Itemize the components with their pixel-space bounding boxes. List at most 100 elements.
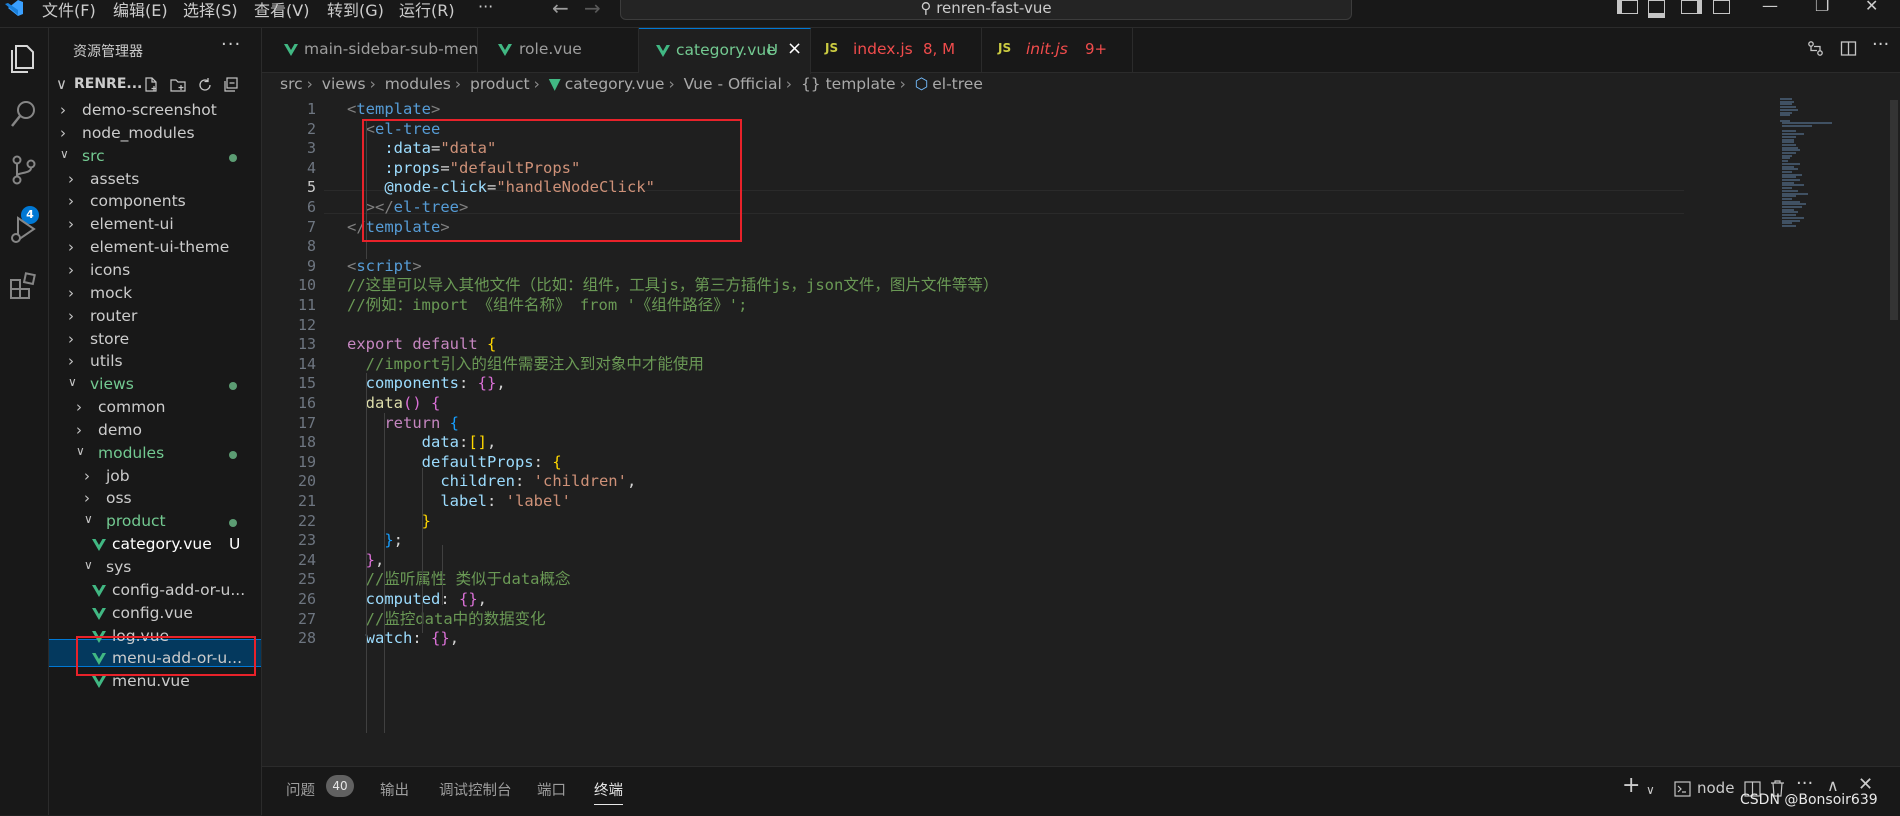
more-actions-icon[interactable]: ···	[1872, 34, 1889, 55]
close-tab-icon[interactable]: ×	[787, 38, 802, 59]
breadcrumb-item[interactable]: {} template	[801, 75, 896, 93]
split-editor-icon[interactable]	[1840, 40, 1857, 57]
menu-file[interactable]: 文件(F)	[42, 0, 96, 21]
minimap-line	[1782, 160, 1788, 163]
toggle-primary-sidebar-icon[interactable]	[1617, 0, 1638, 14]
chevron-right-icon: ›	[68, 192, 74, 211]
tab-index-js[interactable]: JS index.js 8, M	[811, 28, 982, 72]
explorer-icon[interactable]	[6, 40, 42, 76]
tab-main-sidebar-sub-menu[interactable]: main-sidebar-sub-menu.vue	[262, 28, 521, 72]
menu-view[interactable]: 查看(V)	[254, 0, 309, 21]
tab-category[interactable]: category.vue U ×	[639, 28, 811, 74]
minimize-icon[interactable]: —	[1762, 0, 1778, 15]
minimap-line	[1782, 222, 1792, 225]
minimap-line	[1782, 146, 1798, 149]
minimap[interactable]	[1778, 98, 1888, 238]
extensions-icon[interactable]	[6, 268, 42, 304]
breadcrumb-item[interactable]: views	[322, 75, 366, 93]
minimap-line	[1782, 200, 1800, 203]
change-indicator-dot	[229, 382, 237, 391]
vue-file-icon: ▼	[548, 75, 561, 93]
vue-file-icon	[92, 676, 106, 689]
chevron-down-icon: ∨	[84, 512, 93, 527]
code-editor[interactable]: 1 <template> 2 <el-tree 3 :data="data" 4 :pr…	[262, 98, 1900, 766]
chevron-down-icon: ∨	[68, 375, 77, 390]
back-arrow-icon[interactable]: ←	[552, 0, 569, 20]
indent-guide	[422, 468, 423, 633]
minimap-line	[1782, 211, 1798, 214]
breadcrumb-item[interactable]: modules	[385, 75, 451, 93]
untracked-badge: U	[229, 535, 241, 554]
chevron-right-icon: ›	[84, 466, 90, 485]
chevron-right-icon: ›	[76, 398, 82, 417]
chevron-right-icon: ›	[68, 260, 74, 279]
tree-item-label: mock	[90, 283, 133, 302]
minimap-line	[1780, 103, 1792, 106]
tab-problems[interactable]: 问题	[286, 779, 315, 800]
tab-label: index.js	[853, 40, 913, 58]
menu-select[interactable]: 选择(S)	[183, 0, 238, 21]
tree-item-label: config.vue	[112, 603, 193, 622]
toggle-secondary-sidebar-icon[interactable]	[1681, 0, 1702, 14]
minimap-line	[1782, 173, 1802, 176]
search-icon[interactable]	[6, 96, 42, 132]
indent-guide	[384, 413, 385, 733]
js-file-icon: JS	[825, 41, 839, 55]
tree-item-label: router	[90, 306, 138, 325]
tree-item-label: components	[90, 192, 186, 211]
code-text: watch: {},	[365, 629, 460, 648]
customize-layout-icon[interactable]	[1713, 0, 1730, 14]
tab-init-js[interactable]: JS init.js 9+	[982, 28, 1133, 72]
minimap-line	[1782, 152, 1796, 154]
source-control-icon[interactable]	[6, 152, 42, 188]
new-folder-icon[interactable]	[170, 77, 186, 93]
breadcrumb-item[interactable]: Vue - Official	[684, 75, 782, 93]
vue-file-icon	[498, 44, 512, 56]
menu-goto[interactable]: 转到(G)	[327, 0, 384, 21]
editor-scrollbar-thumb[interactable]	[1890, 100, 1898, 320]
minimap-line	[1782, 195, 1796, 198]
minimap-line	[1782, 214, 1796, 217]
breadcrumb-item[interactable]: category.vue	[565, 75, 665, 93]
terminal-name[interactable]: node	[1697, 779, 1734, 797]
tab-label: category.vue	[676, 41, 776, 59]
breadcrumb-item[interactable]: el-tree	[932, 75, 983, 93]
change-indicator-dot	[229, 153, 237, 162]
chevron-down-icon[interactable]: ∨	[1646, 783, 1655, 797]
minimap-line	[1782, 125, 1812, 127]
new-terminal-icon[interactable]: +	[1622, 773, 1640, 798]
more-actions-icon[interactable]: ···	[1796, 773, 1813, 794]
workspace-name: RENRE...	[74, 76, 143, 92]
tab-terminal[interactable]: 终端	[594, 779, 623, 805]
tab-output[interactable]: 输出	[380, 779, 409, 800]
close-window-icon[interactable]: ✕	[1865, 0, 1878, 15]
more-actions-icon[interactable]: ···	[221, 34, 241, 55]
refresh-icon[interactable]	[197, 77, 213, 93]
forward-arrow-icon[interactable]: →	[584, 0, 601, 20]
tree-item-label: utils	[90, 352, 123, 371]
restore-icon[interactable]: ❐	[1815, 0, 1829, 15]
collapse-all-icon[interactable]	[223, 77, 239, 93]
untracked-badge: U	[767, 41, 778, 59]
menu-more[interactable]: ···	[478, 0, 493, 16]
menu-edit[interactable]: 编辑(E)	[113, 0, 168, 21]
breadcrumb-item[interactable]: product	[470, 75, 530, 93]
workspace-header[interactable]: ∨ RENRE...	[49, 74, 261, 98]
chevron-right-icon: ›	[84, 489, 90, 508]
problems-count-badge: 40	[326, 775, 354, 797]
new-file-icon[interactable]	[143, 77, 159, 93]
run-debug-icon[interactable]	[6, 212, 42, 248]
chevron-right-icon: ›	[668, 75, 675, 93]
tab-role[interactable]: role.vue	[478, 28, 639, 72]
minimap-line	[1782, 219, 1800, 222]
menu-run[interactable]: 运行(R)	[399, 0, 455, 21]
tab-ports[interactable]: 端口	[537, 779, 566, 800]
toggle-panel-icon[interactable]	[1648, 0, 1665, 18]
compare-changes-icon[interactable]	[1807, 40, 1824, 57]
tab-debug-console[interactable]: 调试控制台	[439, 779, 512, 800]
minimap-line	[1782, 143, 1796, 146]
command-center[interactable]: ⚲ renren-fast-vue	[620, 0, 1352, 20]
chevron-right-icon: ›	[68, 238, 74, 257]
breadcrumb-item[interactable]: src	[280, 75, 303, 93]
search-icon: ⚲	[920, 0, 937, 17]
